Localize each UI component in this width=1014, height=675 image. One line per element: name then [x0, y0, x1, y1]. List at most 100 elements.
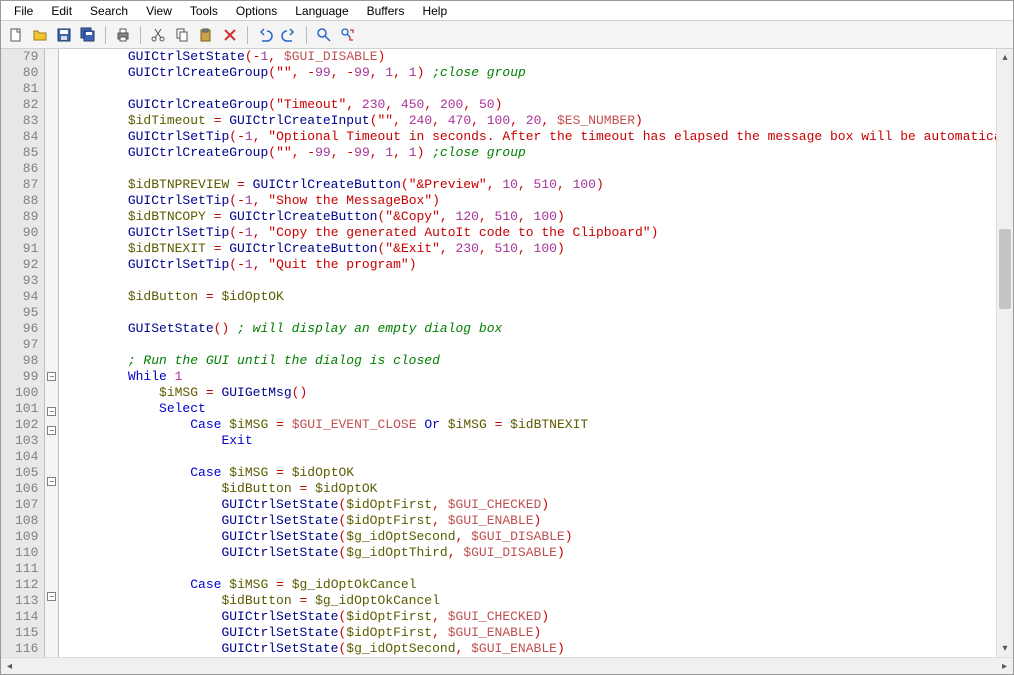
save-file-icon[interactable] [53, 24, 75, 46]
line-number[interactable]: 79 [15, 49, 38, 65]
menu-item-edit[interactable]: Edit [42, 2, 81, 20]
line-number[interactable]: 93 [15, 273, 38, 289]
menu-item-view[interactable]: View [137, 2, 181, 20]
line-number[interactable]: 112 [15, 577, 38, 593]
line-number[interactable]: 101 [15, 401, 38, 417]
code-line[interactable]: GUICtrlSetTip(-1, "Copy the generated Au… [65, 225, 996, 241]
code-line[interactable]: Case $iMSG = $g_idOptOkCancel [65, 577, 996, 593]
code-line[interactable]: GUICtrlSetState($idOptFirst, $GUI_CHECKE… [65, 609, 996, 625]
scroll-right-arrow-icon[interactable]: ▸ [996, 661, 1013, 672]
code-line[interactable] [65, 273, 996, 289]
fold-toggle-icon[interactable]: − [47, 372, 56, 381]
redo-icon[interactable] [278, 24, 300, 46]
code-line[interactable] [65, 561, 996, 577]
line-number[interactable]: 116 [15, 641, 38, 657]
fold-toggle-icon[interactable]: − [47, 477, 56, 486]
code-line[interactable]: GUICtrlSetState($idOptFirst, $GUI_ENABLE… [65, 625, 996, 641]
code-line[interactable]: GUICtrlCreateGroup("", -99, -99, 1, 1) ;… [65, 65, 996, 81]
line-number[interactable]: 107 [15, 497, 38, 513]
code-line[interactable]: $idButton = $idOptOK [65, 289, 996, 305]
code-line[interactable]: Select [65, 401, 996, 417]
line-number[interactable]: 100 [15, 385, 38, 401]
menu-item-search[interactable]: Search [81, 2, 137, 20]
line-number[interactable]: 95 [15, 305, 38, 321]
line-number[interactable]: 92 [15, 257, 38, 273]
line-number[interactable]: 85 [15, 145, 38, 161]
scroll-down-arrow-icon[interactable]: ▾ [997, 640, 1013, 657]
code-line[interactable]: GUICtrlSetState($g_idOptThird, $GUI_DISA… [65, 545, 996, 561]
line-number[interactable]: 114 [15, 609, 38, 625]
scroll-up-arrow-icon[interactable]: ▴ [997, 49, 1013, 66]
line-number[interactable]: 106 [15, 481, 38, 497]
code-line[interactable]: Exit [65, 433, 996, 449]
line-number[interactable]: 82 [15, 97, 38, 113]
code-view[interactable]: GUICtrlSetState(-1, $GUI_DISABLE) GUICtr… [59, 49, 996, 657]
find-replace-icon[interactable] [337, 24, 359, 46]
code-line[interactable]: GUICtrlSetState(-1, $GUI_DISABLE) [65, 49, 996, 65]
line-number[interactable]: 113 [15, 593, 38, 609]
fold-toggle-icon[interactable]: − [47, 592, 56, 601]
line-number[interactable]: 98 [15, 353, 38, 369]
line-number[interactable]: 88 [15, 193, 38, 209]
code-line[interactable]: GUICtrlSetState($g_idOptSecond, $GUI_DIS… [65, 529, 996, 545]
line-number[interactable]: 80 [15, 65, 38, 81]
code-line[interactable] [65, 161, 996, 177]
code-line[interactable]: GUICtrlCreateGroup("", -99, -99, 1, 1) ;… [65, 145, 996, 161]
code-line[interactable]: $idButton = $idOptOK [65, 481, 996, 497]
code-line[interactable]: $idBTNPREVIEW = GUICtrlCreateButton("&Pr… [65, 177, 996, 193]
line-number[interactable]: 90 [15, 225, 38, 241]
line-number[interactable]: 110 [15, 545, 38, 561]
code-line[interactable] [65, 337, 996, 353]
line-number[interactable]: 94 [15, 289, 38, 305]
code-line[interactable] [65, 305, 996, 321]
code-line[interactable]: GUICtrlCreateGroup("Timeout", 230, 450, … [65, 97, 996, 113]
line-number[interactable]: 103 [15, 433, 38, 449]
code-line[interactable]: GUICtrlSetTip(-1, "Quit the program") [65, 257, 996, 273]
line-number-gutter[interactable]: 7980818283848586878889909192939495969798… [1, 49, 45, 657]
line-number[interactable]: 91 [15, 241, 38, 257]
code-line[interactable]: GUISetState() ; will display an empty di… [65, 321, 996, 337]
menu-item-options[interactable]: Options [227, 2, 286, 20]
code-line[interactable]: GUICtrlSetTip(-1, "Optional Timeout in s… [65, 129, 996, 145]
code-line[interactable]: $idButton = $g_idOptOkCancel [65, 593, 996, 609]
line-number[interactable]: 89 [15, 209, 38, 225]
menu-item-tools[interactable]: Tools [181, 2, 227, 20]
open-file-icon[interactable] [29, 24, 51, 46]
menu-item-file[interactable]: File [5, 2, 42, 20]
menu-item-help[interactable]: Help [413, 2, 456, 20]
copy-icon[interactable] [171, 24, 193, 46]
menu-item-language[interactable]: Language [286, 2, 357, 20]
horizontal-scrollbar[interactable]: ◂ ▸ [1, 657, 1013, 674]
scroll-thumb[interactable] [999, 229, 1011, 309]
code-line[interactable]: GUICtrlSetTip(-1, "Show the MessageBox") [65, 193, 996, 209]
paste-icon[interactable] [195, 24, 217, 46]
line-number[interactable]: 81 [15, 81, 38, 97]
undo-icon[interactable] [254, 24, 276, 46]
find-icon[interactable] [313, 24, 335, 46]
menu-item-buffers[interactable]: Buffers [358, 2, 414, 20]
code-line[interactable]: GUICtrlSetState($idOptFirst, $GUI_ENABLE… [65, 513, 996, 529]
vertical-scrollbar[interactable]: ▴ ▾ [996, 49, 1013, 657]
new-file-icon[interactable] [5, 24, 27, 46]
line-number[interactable]: 115 [15, 625, 38, 641]
line-number[interactable]: 87 [15, 177, 38, 193]
delete-icon[interactable] [219, 24, 241, 46]
print-icon[interactable] [112, 24, 134, 46]
code-line[interactable]: GUICtrlSetState($g_idOptSecond, $GUI_ENA… [65, 641, 996, 657]
line-number[interactable]: 84 [15, 129, 38, 145]
code-line[interactable]: $idTimeout = GUICtrlCreateInput("", 240,… [65, 113, 996, 129]
save-all-icon[interactable] [77, 24, 99, 46]
line-number[interactable]: 86 [15, 161, 38, 177]
code-line[interactable]: GUICtrlSetState($idOptFirst, $GUI_CHECKE… [65, 497, 996, 513]
fold-column[interactable]: −−−−− [45, 49, 59, 657]
line-number[interactable]: 108 [15, 513, 38, 529]
line-number[interactable]: 97 [15, 337, 38, 353]
code-line[interactable]: Case $iMSG = $GUI_EVENT_CLOSE Or $iMSG =… [65, 417, 996, 433]
line-number[interactable]: 104 [15, 449, 38, 465]
code-line[interactable]: ; Run the GUI until the dialog is closed [65, 353, 996, 369]
line-number[interactable]: 83 [15, 113, 38, 129]
code-line[interactable]: $idBTNEXIT = GUICtrlCreateButton("&Exit"… [65, 241, 996, 257]
code-line[interactable]: $iMSG = GUIGetMsg() [65, 385, 996, 401]
code-line[interactable]: While 1 [65, 369, 996, 385]
line-number[interactable]: 105 [15, 465, 38, 481]
